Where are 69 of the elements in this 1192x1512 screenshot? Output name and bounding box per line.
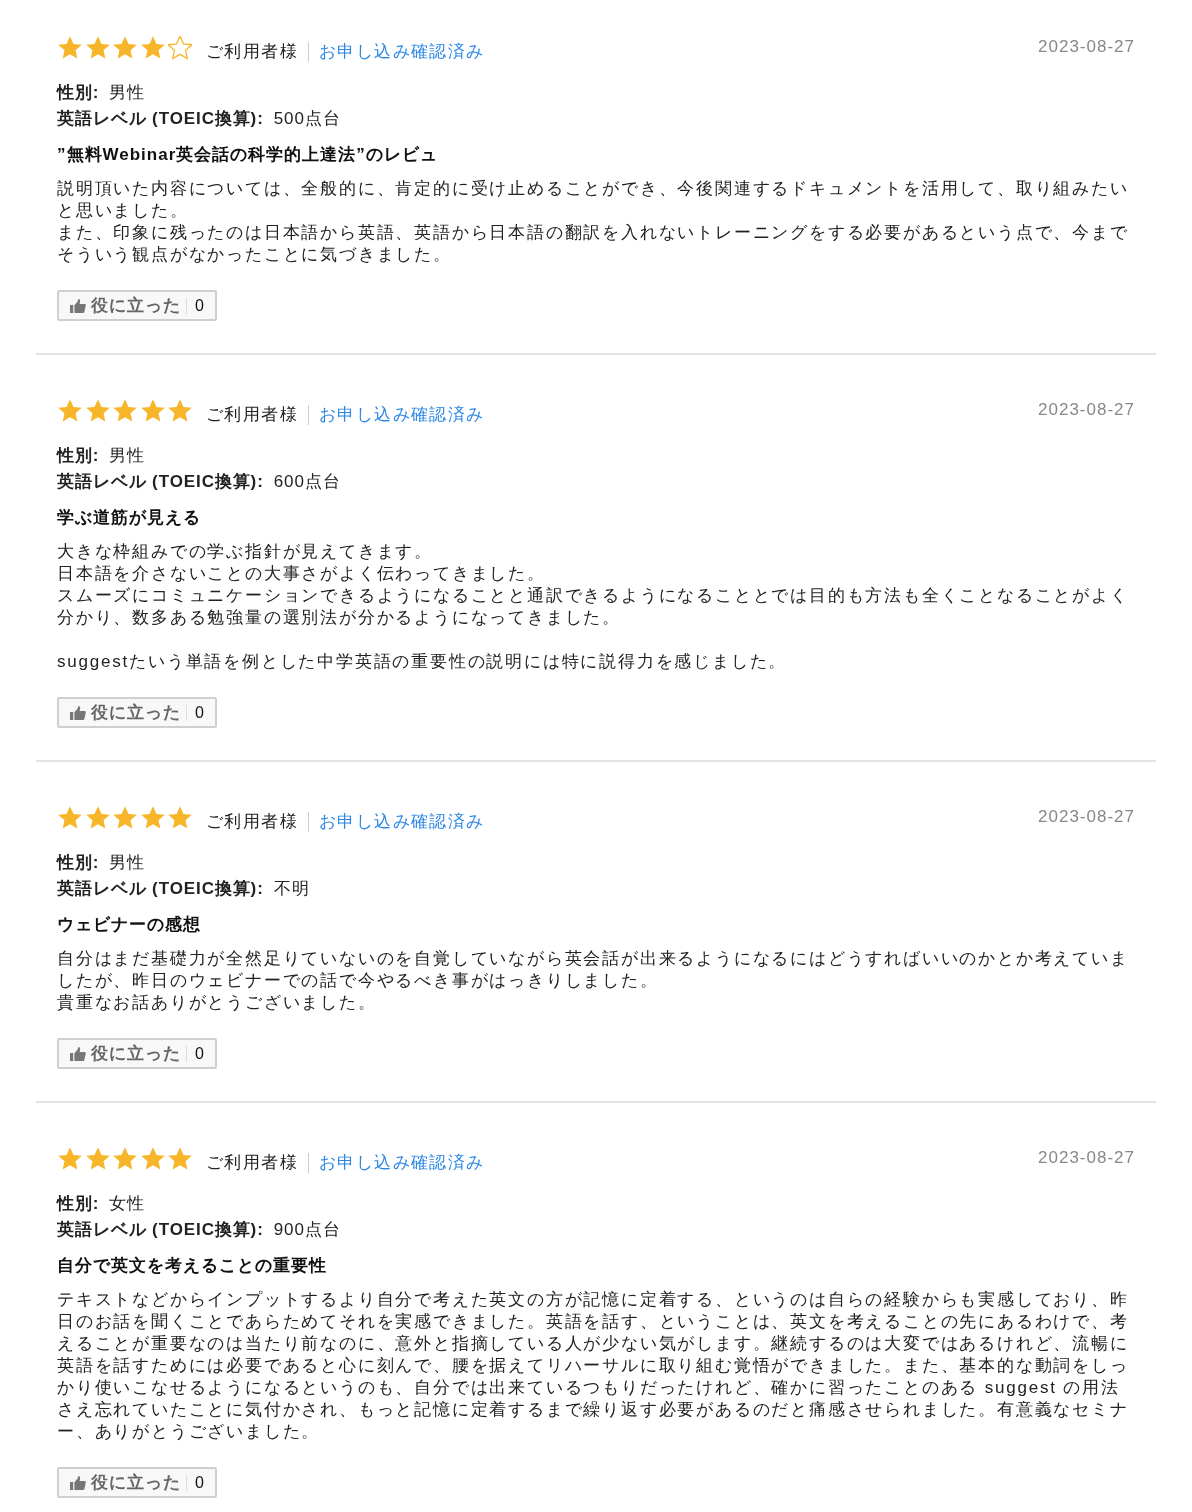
helpful-button[interactable]: 役に立った 0: [57, 697, 217, 728]
star-icon: [58, 1147, 82, 1171]
gender-label: 性別:: [57, 82, 100, 104]
gender-value: 男性: [109, 852, 146, 874]
helpful-button[interactable]: 役に立った 0: [57, 1467, 217, 1498]
star-icon: [113, 399, 137, 423]
review-text: スムーズにコミュニケーションできるようになることと通訳できるようになることとでは目的も方法も全くことなることがよく分かり、数多ある勉強量の選別法が分かるようになってきました。: [57, 585, 1130, 629]
thumbs-up-icon: [70, 298, 86, 313]
review-title: 学ぶ道筋が見える: [57, 507, 202, 529]
english-level-value: 600点台: [273, 471, 341, 493]
reviewer-name: ご利用者様: [206, 41, 298, 63]
review-text: 貴重なお話ありがとうございました。: [57, 992, 378, 1014]
star-icon: [168, 806, 192, 830]
review-date: 2023-08-27: [1038, 38, 1135, 56]
star-outline-icon: [168, 36, 192, 60]
review-text: suggestたいう単語を例とした中学英語の重要性の説明には特に説得力を感じました。: [57, 651, 789, 673]
review-text: 大きな枠組みでの学ぶ指針が見えてきます。: [57, 541, 434, 563]
english-level-value: 500点台: [273, 108, 341, 130]
english-level-label: 英語レベル (TOEIC換算):: [57, 108, 264, 130]
thumbs-up-icon: [70, 705, 86, 720]
star-icon: [140, 806, 165, 830]
star-icon: [58, 806, 82, 830]
star-icon: [113, 36, 137, 60]
review-text: また、印象に残ったのは日本語から英語、英語から日本語の翻訳を入れないトレーニングをする必要があるという点で、今までそういう観点がなかったことに気づきました。: [57, 222, 1130, 266]
review-text: 日本語を介さないことの大事さがよく伝わってきました。: [57, 563, 547, 585]
reviewer-name: ご利用者様: [206, 404, 298, 426]
english-level-value: 900点台: [273, 1219, 341, 1241]
gender-label: 性別:: [57, 852, 100, 874]
review-title: ”無料Webinar英会話の科学的上達法”のレビュ: [57, 144, 439, 166]
review-text: 自分はまだ基礎力が全然足りていないのを自覚していながら英会話が出来るようになるにはどうすればいいのかとか考えていましたが、昨日のウェビナーでの話で今やるべき事がはっきりしました。: [57, 948, 1130, 992]
star-icon: [168, 399, 192, 423]
star-icon: [113, 806, 137, 830]
verified-link[interactable]: お申し込み確認済み: [319, 1149, 485, 1177]
reviewer-name: ご利用者様: [206, 1152, 298, 1174]
helpful-button[interactable]: 役に立った 0: [57, 1038, 217, 1069]
thumbs-up-icon: [70, 1046, 86, 1061]
english-level-value: 不明: [273, 878, 310, 900]
thumbs-up-icon: [70, 1475, 86, 1490]
star-icon: [113, 1147, 137, 1171]
english-level-label: 英語レベル (TOEIC換算):: [57, 878, 264, 900]
star-icon: [85, 36, 110, 60]
star-icon: [140, 36, 165, 60]
star-icon: [85, 1147, 110, 1171]
english-level-label: 英語レベル (TOEIC換算):: [57, 1219, 264, 1241]
review-text: 説明頂いた内容については、全般的に、肯定的に受け止めることができ、今後関連するドキュメントを活用して、取り組みたいと思いました。: [57, 178, 1130, 222]
review-title: ウェビナーの感想: [57, 914, 202, 936]
verified-link[interactable]: お申し込み確認済み: [319, 401, 485, 429]
star-icon: [140, 1147, 165, 1171]
helpful-button[interactable]: 役に立った 0: [57, 290, 217, 321]
review-date: 2023-08-27: [1038, 401, 1135, 419]
verified-link[interactable]: お申し込み確認済み: [319, 808, 485, 836]
star-icon: [140, 399, 165, 423]
gender-value: 女性: [109, 1193, 146, 1215]
review-date: 2023-08-27: [1038, 808, 1135, 826]
gender-value: 男性: [109, 82, 146, 104]
review-date: 2023-08-27: [1038, 1149, 1135, 1167]
english-level-label: 英語レベル (TOEIC換算):: [57, 471, 264, 493]
gender-value: 男性: [109, 445, 146, 467]
star-icon: [168, 1147, 192, 1171]
star-icon: [58, 399, 82, 423]
review-title: 自分で英文を考えることの重要性: [57, 1255, 328, 1277]
star-icon: [85, 806, 110, 830]
star-icon: [58, 36, 82, 60]
review-text: テキストなどからインプットするより自分で考えた英文の方が記憶に定着する、というのは自らの経験からも実感しており、昨日のお話を聞くことであらためてそれを実感できました。英語を話す、ということは、英文を考えることの先にあるわけで、考えることが重要なのは当たり前なのに、意外と指摘している人が少ない気がします。継続するのは大変ではあるけれど、流暢に英語を話すためには必要であると心に刻んで、腰を据えてリハーサルに取り組む覚悟ができました。また、基本的な動詞をしっかり使いこなせるようになるというのも、自分では出来ているつもりだったけれど、確かに習ったことのある suggest の用法さえ忘れていたことに気付かされ、もっと記憶に定着するまで繰り返す必要があるのだと痛感させられました。有意義なセミナー、ありがとうございました。: [57, 1289, 1130, 1443]
verified-link[interactable]: お申し込み確認済み: [319, 38, 485, 66]
star-icon: [85, 399, 110, 423]
gender-label: 性別:: [57, 1193, 100, 1215]
gender-label: 性別:: [57, 445, 100, 467]
reviewer-name: ご利用者様: [206, 811, 298, 833]
